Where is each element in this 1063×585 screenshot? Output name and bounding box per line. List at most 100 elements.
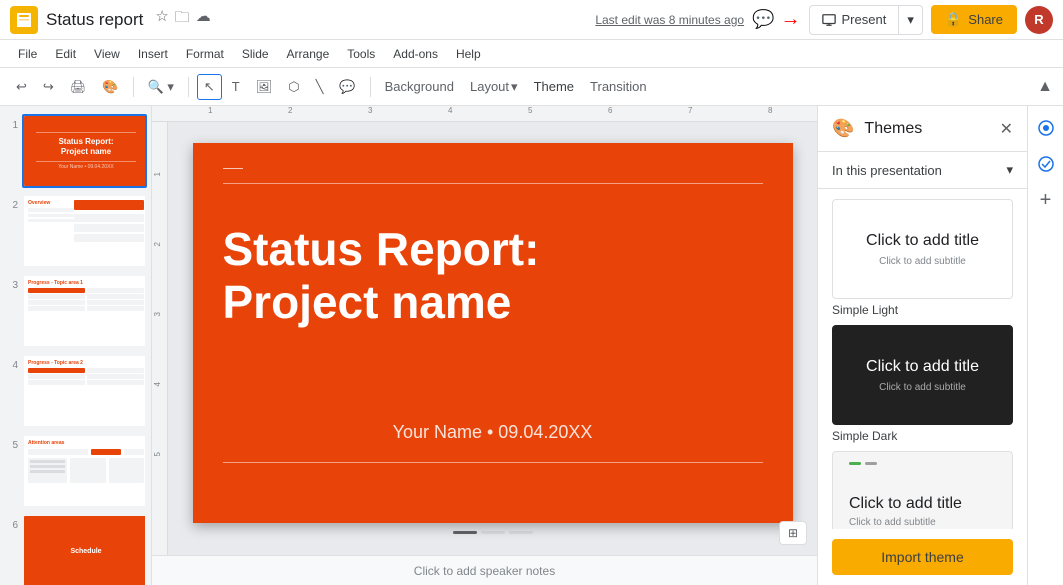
present-main-button[interactable]: Present [810,6,899,33]
simple-dark-subtitle: Click to add subtitle [879,382,966,393]
check-circle-icon [1037,155,1055,173]
ruler-mark-6: 6 [608,106,612,115]
present-button-group[interactable]: Present ▾ [809,5,923,35]
menu-bar: File Edit View Insert Format Slide Arran… [0,40,1063,68]
slide-line-bottom [223,462,763,463]
fit-to-screen-button[interactable]: ⊞ [779,521,807,545]
cursor-button[interactable]: ↖ [197,74,222,100]
menu-format[interactable]: Format [178,45,232,63]
present-label: Present [842,12,887,27]
page-dot-3 [509,531,533,534]
themes-close-button[interactable]: ✕ [1000,119,1013,139]
share-button[interactable]: 🔒 Share [931,5,1017,34]
menu-view[interactable]: View [86,45,128,63]
menu-file[interactable]: File [10,45,45,63]
theme-streamline[interactable]: Click to add title Click to add subtitle… [832,451,1013,529]
menu-insert[interactable]: Insert [130,45,176,63]
menu-edit[interactable]: Edit [47,45,84,63]
menu-addons[interactable]: Add-ons [385,45,446,63]
menu-arrange[interactable]: Arrange [279,45,338,63]
top-toolbar-icons: 💬 → [752,8,800,31]
background-button[interactable]: Background [379,75,460,98]
comments-icon[interactable]: 💬 [752,9,774,30]
slide-image-6[interactable]: Schedule [22,514,147,585]
slide-thumbnail-1[interactable]: 1 Status Report:Project name Your Name •… [4,114,147,188]
slide-image-5[interactable]: Attention areas [22,434,147,508]
slide-thumbnail-4[interactable]: 4 Progress - Topic area 2 [4,354,147,428]
slide-thumbnail-2[interactable]: 2 Overview [4,194,147,268]
ruler-left-mark-1: 1 [153,172,162,176]
text-button[interactable]: T [226,75,246,98]
slide-subtitle-area[interactable]: Your Name • 09.04.20XX [223,422,763,443]
toolbar-collapse-button[interactable]: ▲ [1037,78,1053,96]
formatting-toolbar: ↩ ↪ 🖨 🎨 🔍 ▾ ↖ T 🖼 ⬡ ╲ 💬 Background Layou… [0,68,1063,106]
themes-panel: 🎨 Themes ✕ In this presentation ▾ Click … [817,106,1027,585]
shape-button[interactable]: ⬡ [282,75,305,99]
theme-simple-light[interactable]: Click to add title Click to add subtitle… [832,199,1013,317]
document-title: Status report [46,10,143,30]
menu-slide[interactable]: Slide [234,45,277,63]
right-panel-add-button[interactable]: + [1032,186,1060,214]
share-label: Share [968,12,1003,27]
speaker-notes-placeholder[interactable]: Click to add speaker notes [414,564,555,578]
paint-format-button[interactable]: 🎨 [96,75,124,99]
import-theme-button[interactable]: Import theme [832,539,1013,575]
folder-icon[interactable]: 🗀 [175,7,190,32]
slide-thumbnail-5[interactable]: 5 Attention areas [4,434,147,508]
user-avatar[interactable]: R [1025,6,1053,34]
ruler-mark-1: 1 [208,106,212,115]
theme-preview-streamline[interactable]: Click to add title Click to add subtitle [832,451,1013,529]
present-dropdown-button[interactable]: ▾ [898,6,922,34]
app-logo [10,6,38,34]
simple-light-label: Simple Light [832,303,1013,317]
main-slide[interactable]: Status Report: Project name Your Name • … [193,143,793,523]
slide-thumbnail-6[interactable]: 6 Schedule [4,514,147,585]
comment-button[interactable]: 💬 [333,75,361,99]
menu-help[interactable]: Help [448,45,489,63]
slide-page-indicators [453,531,533,534]
print-button[interactable]: 🖨 [64,75,93,99]
menu-tools[interactable]: Tools [339,45,383,63]
slide-number-4: 4 [4,354,18,371]
lock-icon: 🔒 [945,11,962,28]
ruler-mark-7: 7 [688,106,692,115]
zoom-button[interactable]: 🔍 ▾ [142,75,180,99]
slide6-title: Schedule [70,548,101,555]
themes-filter-button[interactable]: In this presentation ▾ [832,162,1013,178]
slide-thumbnail-3[interactable]: 3 Progress - Topic area 1 [4,274,147,348]
toolbar-divider-2 [188,77,189,97]
ruler-mark-8: 8 [768,106,772,115]
slide-image-4[interactable]: Progress - Topic area 2 [22,354,147,428]
streamline-dot-gray [865,462,877,465]
theme-preview-simple-light[interactable]: Click to add title Click to add subtitle [832,199,1013,299]
slide1-title: Status Report:Project name [58,137,113,156]
last-edit-label[interactable]: Last edit was 8 minutes ago [595,13,744,27]
slide-image-2[interactable]: Overview [22,194,147,268]
right-panel-button-1[interactable] [1032,114,1060,142]
line-button[interactable]: ╲ [310,75,330,99]
theme-button[interactable]: Theme [528,75,580,98]
layout-button[interactable]: Layout ▾ [464,75,524,99]
simple-light-title: Click to add title [866,232,979,250]
theme-simple-dark[interactable]: Click to add title Click to add subtitle… [832,325,1013,443]
ruler-mark-2: 2 [288,106,292,115]
slide-canvas-area: Status Report: Project name Your Name • … [168,122,817,555]
star-icon[interactable]: ☆ [155,7,168,32]
theme-preview-simple-dark[interactable]: Click to add title Click to add subtitle [832,325,1013,425]
speaker-notes-bar[interactable]: Click to add speaker notes [152,555,817,585]
transition-button[interactable]: Transition [584,75,653,98]
image-button[interactable]: 🖼 [250,75,279,99]
slide-main-title-area[interactable]: Status Report: Project name [223,223,763,329]
undo-button[interactable]: ↩ [10,75,33,99]
slide-image-1[interactable]: Status Report:Project name Your Name • 0… [22,114,147,188]
themes-filter-label: In this presentation [832,163,942,178]
ruler-top: 1 2 3 4 5 6 7 8 9 [152,106,817,122]
simple-light-subtitle: Click to add subtitle [879,256,966,267]
slide3-title: Progress - Topic area 1 [28,280,144,286]
right-panel-button-2[interactable] [1032,150,1060,178]
page-dot-2 [481,531,505,534]
slide-image-3[interactable]: Progress - Topic area 1 [22,274,147,348]
redo-button[interactable]: ↪ [37,75,60,99]
cloud-icon[interactable]: ☁ [196,7,211,32]
themes-palette-icon: 🎨 [832,118,854,139]
